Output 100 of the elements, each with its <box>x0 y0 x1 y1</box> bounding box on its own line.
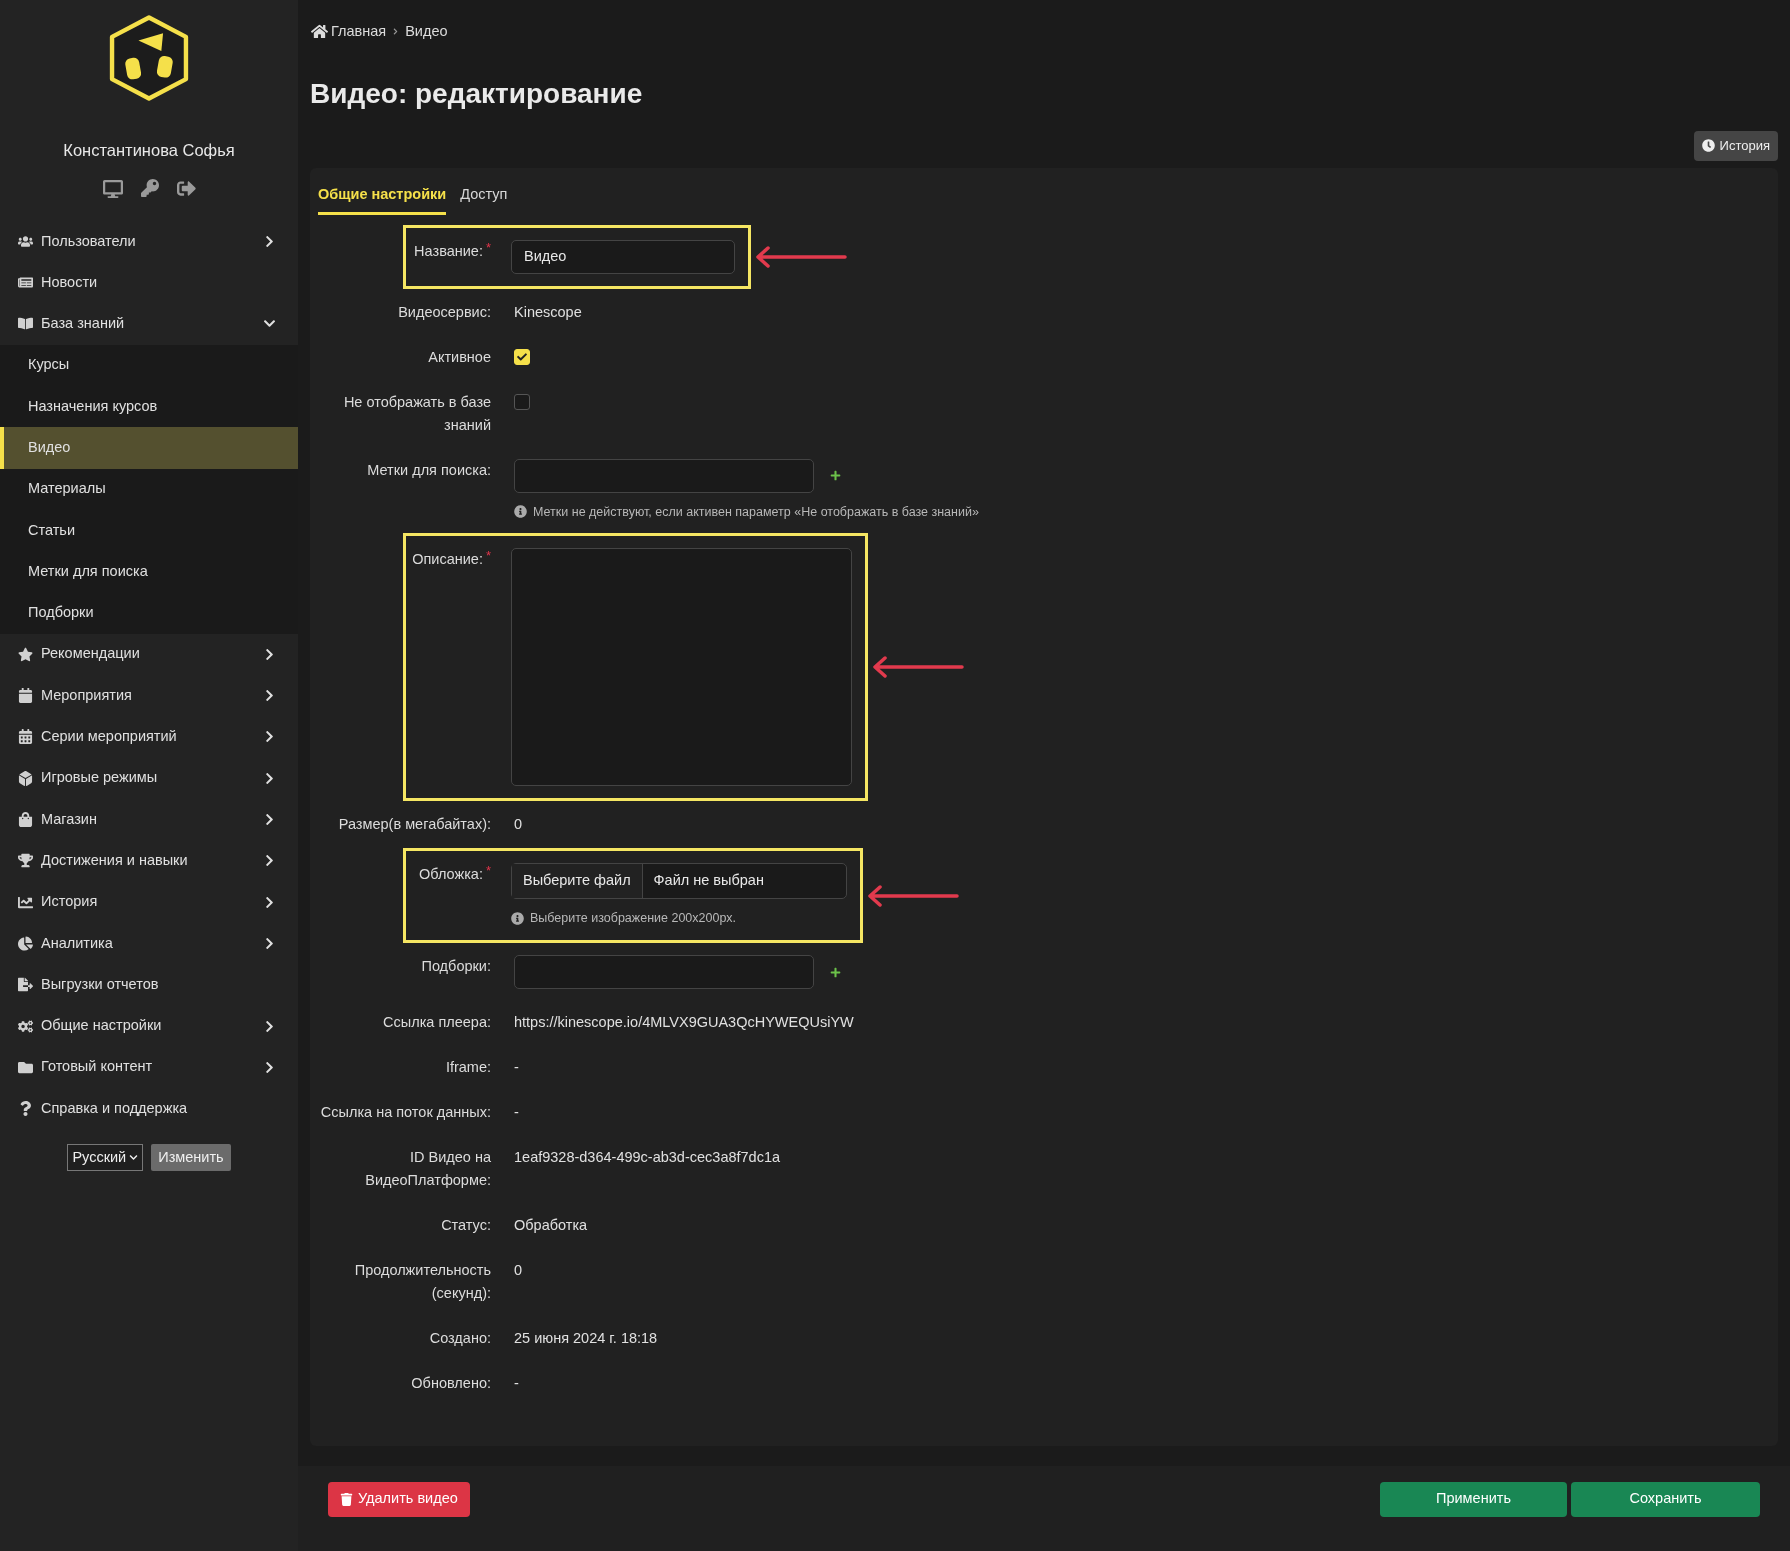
menu-item[interactable]: Серии мероприятий <box>0 716 298 758</box>
add-icon[interactable] <box>830 966 841 978</box>
menu-item[interactable]: Аналитика <box>0 922 298 965</box>
tab[interactable]: Общие настройки <box>318 183 447 215</box>
logout-icon[interactable] <box>176 178 196 198</box>
clock-icon <box>1701 139 1715 153</box>
field-label: Размер(в мегабайтах): <box>337 815 491 835</box>
calendar-icon <box>18 729 33 745</box>
menu-item[interactable]: Общие настройки <box>0 1005 298 1047</box>
submenu-item[interactable]: Курсы <box>0 344 298 386</box>
text-input[interactable]: Видео <box>511 239 735 274</box>
submenu-item[interactable]: Назначения курсов <box>0 385 298 428</box>
menu-item[interactable]: Мероприятия <box>0 675 298 717</box>
hint-text: Метки не действуют, если активен параметр «Не отображать в базе знаний» <box>533 503 979 521</box>
separator-icon <box>392 28 400 36</box>
field-label: Статус: <box>440 1216 491 1235</box>
choose-file-button[interactable]: Выберите файл <box>512 864 643 899</box>
caret-icon <box>129 1153 139 1163</box>
menu-item[interactable]: Пользователи <box>0 220 298 263</box>
change-button[interactable]: Изменить <box>151 1144 231 1172</box>
chevron-right-icon <box>263 689 276 703</box>
field-label: Обложка: * <box>418 863 491 885</box>
chevron-right-icon <box>263 936 276 950</box>
key-icon[interactable] <box>140 178 159 197</box>
calendar-icon <box>18 688 33 704</box>
menu-item[interactable]: Выгрузки отчетов <box>0 964 298 1006</box>
chevron-right-icon <box>263 234 276 248</box>
menu-item[interactable]: Справка и поддержка <box>0 1088 298 1130</box>
required-mark: * <box>485 863 491 879</box>
monitor-icon[interactable] <box>102 178 123 199</box>
chevron-right-icon <box>263 813 276 827</box>
chevron-right-icon <box>263 854 276 868</box>
bag-icon <box>18 812 33 828</box>
chevron-right-icon <box>263 647 276 661</box>
star-icon <box>18 646 33 662</box>
field-label: Продолжительность (секунд): <box>353 1261 491 1303</box>
submenu-item[interactable]: Видео <box>0 427 298 469</box>
checkbox[interactable] <box>514 393 530 410</box>
chevron-right-icon <box>263 771 276 785</box>
chevron-right-icon <box>263 1060 276 1074</box>
field-label: Ссылка плеера: <box>382 1013 491 1032</box>
required-mark: * <box>485 548 491 564</box>
file-input[interactable]: Выберите файл Файл не выбран <box>511 863 847 900</box>
apply-button[interactable]: Применить <box>1380 1481 1567 1517</box>
save-button[interactable]: Сохранить <box>1571 1481 1760 1517</box>
help-icon <box>18 1101 33 1117</box>
menu-item[interactable]: Новости <box>0 262 298 304</box>
field-label: Iframe: <box>444 1058 491 1077</box>
book-icon <box>18 316 33 332</box>
file-status: Файл не выбран <box>652 871 765 891</box>
check-icon <box>517 351 527 362</box>
delete-button[interactable]: Удалить видео <box>328 1481 470 1517</box>
submenu-item[interactable]: Материалы <box>0 468 298 510</box>
field-label: Ссылка на поток данных: <box>320 1103 491 1122</box>
language-select[interactable]: Русский <box>67 1144 144 1172</box>
menu-item[interactable]: Игровые режимы <box>0 757 298 799</box>
menu-item[interactable]: Магазин <box>0 798 298 841</box>
pie-chart-icon <box>18 935 33 951</box>
field-label: Не отображать в базе знаний <box>342 392 491 435</box>
field-value: Kinescope <box>514 302 582 322</box>
submenu-item[interactable]: Подборки <box>0 592 298 634</box>
trash-icon <box>340 1492 353 1506</box>
menu-item[interactable]: История <box>0 881 298 923</box>
users-icon <box>18 233 33 249</box>
tags-input[interactable] <box>514 955 814 989</box>
chart-icon <box>18 894 33 910</box>
field-label: Подборки: <box>420 957 491 976</box>
field-label: ID Видео на ВидеоПлатформе: <box>364 1148 491 1190</box>
info-icon <box>514 505 527 519</box>
field-label: Активное <box>427 347 491 367</box>
home-icon <box>311 23 328 41</box>
submenu-item[interactable]: Метки для поиска <box>0 551 298 593</box>
tags-input[interactable] <box>514 458 814 493</box>
trophy-icon <box>18 853 33 869</box>
menu-item[interactable]: База знаний <box>0 303 298 345</box>
chevron-right-icon <box>263 1019 276 1033</box>
field-value: Обработка <box>514 1216 588 1235</box>
field-label: Создано: <box>428 1329 491 1348</box>
info-icon <box>511 912 524 926</box>
field-value: https://kinescope.io/4MLVX9GUA3QcHYWEQUsiYW <box>514 1013 854 1032</box>
submenu-item[interactable]: Статьи <box>0 509 298 552</box>
hint-text: Выберите изображение 200x200px. <box>530 910 737 928</box>
dice-icon <box>18 770 33 786</box>
field-value: 1eaf9328-d364-499c-ab3d-cec3a8f7dc1a <box>514 1148 781 1167</box>
field-label: Видеосервис: <box>397 302 491 322</box>
tab[interactable]: Доступ <box>460 183 508 215</box>
field-value: 25 июня 2024 г. 18:18 <box>514 1329 658 1348</box>
field-label: Описание: * <box>411 548 491 570</box>
menu-item[interactable]: Рекомендации <box>0 633 298 675</box>
menu-item[interactable]: Достижения и навыки <box>0 840 298 882</box>
history-button[interactable]: История <box>1693 130 1778 161</box>
breadcrumb-link[interactable]: Главная <box>311 21 387 43</box>
menu-item[interactable]: Готовый контент <box>0 1046 298 1088</box>
field-label: Обновлено: <box>410 1374 491 1393</box>
field-value: 0 <box>514 1261 523 1280</box>
field-label: Название: * <box>413 239 491 261</box>
user-name: Константинова Софья <box>63 140 235 161</box>
add-icon[interactable] <box>830 470 841 481</box>
field-value: - <box>514 1058 519 1077</box>
page-title: Видео: редактирование <box>310 76 644 111</box>
